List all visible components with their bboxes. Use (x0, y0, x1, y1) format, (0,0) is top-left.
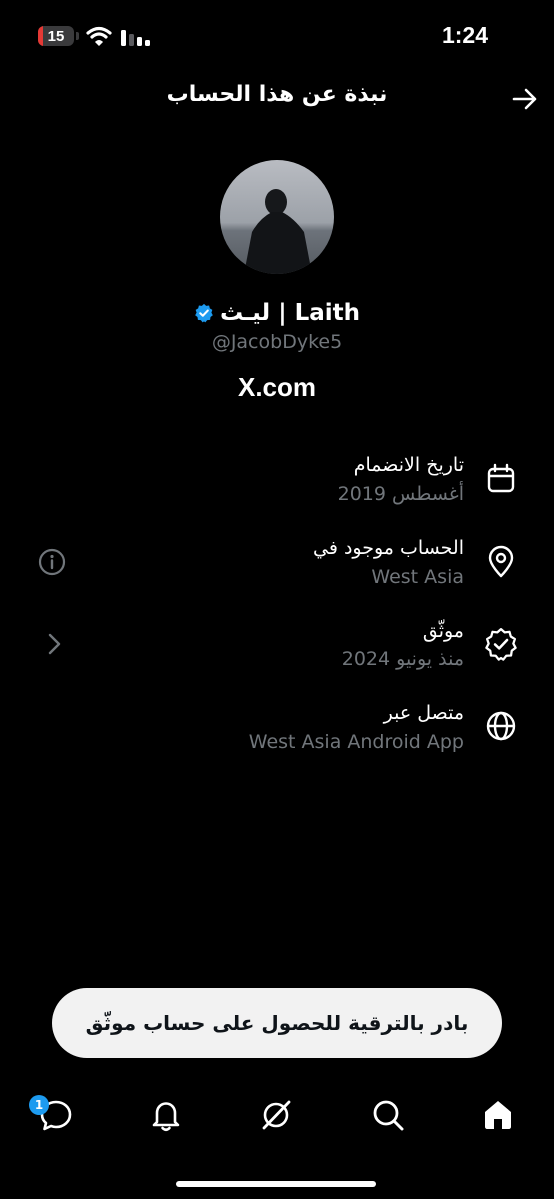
calendar-icon (487, 463, 515, 493)
location-pin-icon (488, 545, 514, 578)
status-time: 1:24 (441, 22, 489, 48)
display-name: ليـث | Laith (219, 300, 361, 326)
connected-value: West Asia Android App (248, 731, 464, 753)
user-handle: @JacobDyke5 (211, 331, 343, 353)
info-icon[interactable] (38, 548, 66, 576)
chevron-right-icon[interactable] (42, 632, 66, 656)
location-title: الحساب موجود في (313, 537, 464, 559)
verified-value: منذ يونيو 2024 (341, 648, 464, 670)
cellular-signal-icon (121, 30, 150, 46)
connected-title: متصل عبر (383, 702, 464, 724)
page-title: نبذة عن هذا الحساب (166, 82, 388, 107)
battery-level: 15 (47, 27, 65, 45)
notifications-bell-icon[interactable] (146, 1095, 186, 1135)
arrow-right-icon[interactable] (510, 84, 540, 114)
location-value: West Asia (371, 566, 464, 588)
upgrade-banner-button[interactable]: بادر بالترقية للحصول على حساب موثّق (52, 988, 502, 1058)
messages-badge: 1 (29, 1095, 49, 1115)
search-icon[interactable] (368, 1095, 408, 1135)
wifi-icon (86, 26, 112, 46)
joined-value: أغسطس 2019 (337, 483, 464, 505)
home-icon[interactable] (478, 1095, 518, 1135)
home-indicator (176, 1181, 376, 1187)
avatar[interactable] (220, 160, 334, 274)
globe-icon (486, 711, 516, 741)
upgrade-banner-label: بادر بالترقية للحصول على حساب موثّق (85, 1011, 469, 1035)
grok-icon[interactable] (256, 1095, 296, 1135)
verified-title: موثّق (422, 620, 464, 642)
display-name-row: ليـث | Laith (60, 300, 494, 326)
joined-title: تاريخ الانضمام (353, 454, 464, 476)
battery-indicator: 15 (38, 26, 74, 46)
verified-badge-icon (485, 627, 517, 661)
site-label: X.com (237, 372, 317, 402)
avatar-silhouette (244, 189, 312, 274)
verified-check-icon (195, 303, 213, 323)
battery-tip (76, 32, 79, 40)
